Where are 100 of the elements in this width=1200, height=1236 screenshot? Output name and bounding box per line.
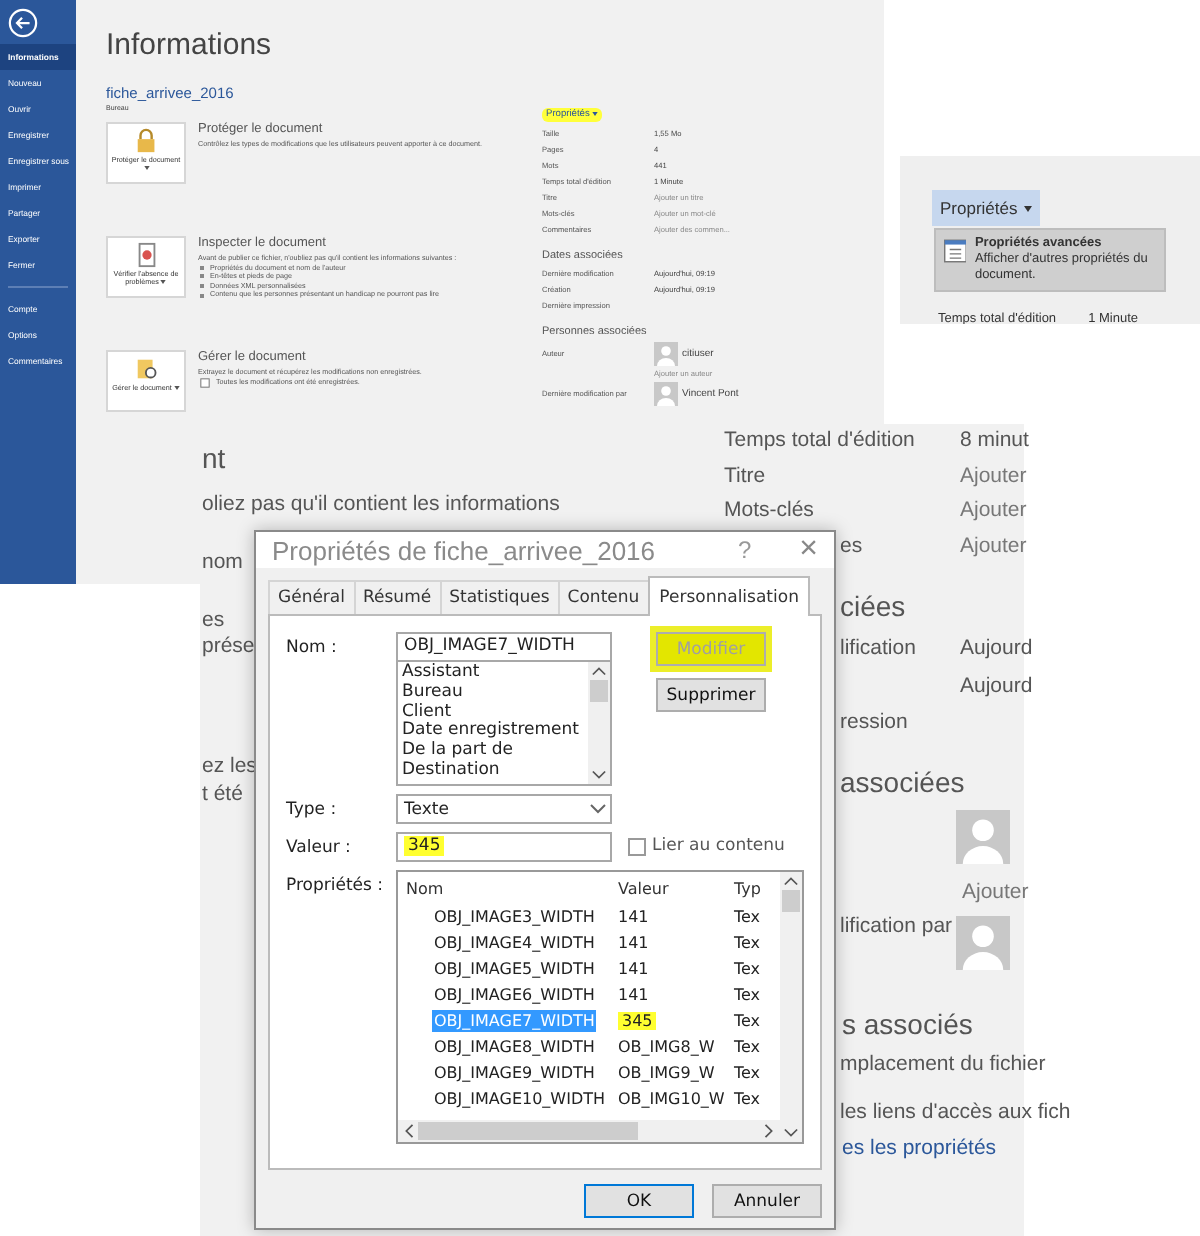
description-text: es bbox=[202, 608, 225, 634]
avatar-icon bbox=[654, 382, 678, 406]
field-label: Nom : bbox=[286, 636, 339, 658]
table-cell: Tex bbox=[734, 960, 762, 978]
table-cell: 141 bbox=[618, 934, 649, 952]
add-link[interactable]: Ajouter bbox=[960, 498, 1027, 524]
chevron-down-icon[interactable] bbox=[784, 1128, 798, 1138]
document-check-icon bbox=[133, 242, 159, 268]
table-cell: 141 bbox=[618, 960, 649, 978]
scrollbar[interactable] bbox=[780, 872, 802, 1142]
caret-icon bbox=[160, 280, 167, 285]
scrollbar-thumb[interactable] bbox=[590, 680, 608, 702]
table-cell: 345 bbox=[618, 1012, 657, 1030]
caret-icon bbox=[144, 166, 150, 171]
table-cell[interactable]: OBJ_IMAGE9_WIDTH bbox=[432, 1062, 597, 1084]
scrollbar[interactable] bbox=[588, 662, 610, 784]
section-heading: nt bbox=[202, 440, 226, 476]
add-link[interactable]: Ajouter bbox=[960, 534, 1027, 560]
property-text: 8 minut bbox=[960, 428, 1029, 454]
table-cell: OB_IMG8_W bbox=[618, 1038, 715, 1056]
chevron-down-icon bbox=[590, 804, 606, 814]
list-icon bbox=[944, 236, 967, 266]
list-item[interactable]: De la part de bbox=[402, 742, 584, 762]
tab[interactable]: Personnalisation bbox=[647, 576, 811, 616]
property-text: lification bbox=[840, 636, 916, 662]
table-cell: Tex bbox=[734, 986, 762, 1004]
scrollbar-thumb[interactable] bbox=[782, 890, 800, 912]
add-link[interactable]: Ajouter bbox=[962, 880, 1029, 906]
table-cell: Tex bbox=[734, 1038, 762, 1056]
page-title: Informations bbox=[106, 26, 274, 66]
table-cell[interactable]: OBJ_IMAGE8_WIDTH bbox=[432, 1036, 597, 1058]
table-cell[interactable]: OBJ_IMAGE5_WIDTH bbox=[432, 958, 597, 980]
property-text: es bbox=[840, 534, 863, 560]
table-cell: Tex bbox=[734, 1012, 762, 1030]
table-cell: Tex bbox=[734, 934, 762, 952]
description-text: nom bbox=[202, 550, 243, 576]
table-cell: Tex bbox=[734, 1064, 762, 1082]
field-label: Valeur : bbox=[286, 836, 353, 858]
dialog-button[interactable]: Supprimer bbox=[656, 678, 766, 712]
table-cell: OB_IMG10_W bbox=[618, 1090, 725, 1108]
chevron-up-icon[interactable] bbox=[592, 666, 606, 676]
table-cell[interactable]: OBJ_IMAGE3_WIDTH bbox=[432, 906, 597, 928]
lock-icon bbox=[133, 128, 159, 154]
caret-icon bbox=[173, 386, 180, 391]
name-list[interactable]: Assistant Bureau Client Date enregistrement De la part de Destination bbox=[396, 662, 612, 786]
properties-link[interactable]: es les propriétés bbox=[842, 1136, 997, 1162]
description-text: oliez pas qu'il contient les informations bbox=[202, 492, 560, 518]
name-field[interactable]: OBJ_IMAGE7_WIDTH bbox=[396, 632, 612, 662]
avatar-icon bbox=[956, 810, 1010, 864]
section-heading: ciées bbox=[840, 588, 906, 624]
section-heading: s associés bbox=[842, 1006, 973, 1042]
table-cell: OB_IMG9_W bbox=[618, 1064, 715, 1082]
property-text: Aujourd bbox=[960, 674, 1033, 700]
chevron-up-icon[interactable] bbox=[784, 876, 798, 886]
scrollbar[interactable] bbox=[398, 1120, 780, 1142]
property-text: Aujourd bbox=[960, 636, 1033, 662]
avatar-icon bbox=[956, 916, 1010, 970]
list-item[interactable]: Date enregistrement bbox=[402, 722, 584, 743]
dialog-title: Propriétés de fiche_arrivee_2016 bbox=[272, 535, 658, 565]
scrollbar-thumb[interactable] bbox=[418, 1122, 638, 1140]
type-dropdown[interactable]: Texte bbox=[396, 794, 612, 824]
back-icon[interactable] bbox=[8, 8, 38, 38]
properties-dropdown[interactable]: Propriétés bbox=[932, 190, 1040, 226]
avatar-icon bbox=[654, 342, 678, 366]
list-item[interactable]: Assistant bbox=[402, 664, 584, 684]
section-heading: associées bbox=[840, 764, 965, 800]
field-label: Propriétés : bbox=[286, 874, 386, 896]
checkbox-label[interactable]: Lier au contenu bbox=[652, 836, 785, 856]
tab[interactable]: Général bbox=[268, 580, 355, 614]
add-link[interactable]: Ajouter bbox=[960, 464, 1027, 490]
table-cell: 141 bbox=[618, 908, 649, 926]
column-header[interactable]: Typ bbox=[734, 879, 762, 897]
list-item[interactable]: Destination bbox=[402, 761, 584, 782]
chevron-down-icon[interactable] bbox=[592, 770, 606, 780]
table-cell[interactable]: OBJ_IMAGE6_WIDTH bbox=[432, 984, 597, 1006]
table-cell[interactable]: OBJ_IMAGE10_WIDTH bbox=[432, 1088, 608, 1110]
property-text: mplacement du fichier bbox=[840, 1052, 1046, 1078]
caret-icon bbox=[1023, 205, 1032, 211]
list-item[interactable]: Bureau bbox=[402, 683, 584, 704]
chevron-right-icon[interactable] bbox=[764, 1124, 774, 1138]
description-text: t été bbox=[202, 782, 243, 808]
cancel-button[interactable]: Annuler bbox=[712, 1184, 822, 1218]
document-icon bbox=[200, 377, 210, 388]
property-text: ression bbox=[840, 710, 908, 736]
list-item[interactable]: Client bbox=[402, 703, 584, 723]
close-button[interactable]: × bbox=[799, 532, 818, 568]
checkbox[interactable] bbox=[628, 837, 646, 855]
table-cell: Tex bbox=[734, 908, 762, 926]
property-text: les liens d'accès aux fich bbox=[840, 1100, 1071, 1126]
description-text: prése bbox=[202, 634, 255, 660]
chevron-left-icon[interactable] bbox=[404, 1124, 414, 1138]
value-field[interactable]: 345 bbox=[396, 832, 612, 862]
table-cell[interactable]: OBJ_IMAGE4_WIDTH bbox=[432, 932, 597, 954]
column-header[interactable]: Valeur bbox=[614, 879, 734, 897]
ok-button[interactable]: OK bbox=[584, 1184, 694, 1218]
table-cell: 141 bbox=[618, 986, 649, 1004]
column-header[interactable]: Nom bbox=[398, 879, 614, 897]
property-text: Mots-clés bbox=[724, 498, 814, 524]
field-label: Type : bbox=[286, 798, 339, 820]
caret-icon bbox=[591, 111, 598, 116]
